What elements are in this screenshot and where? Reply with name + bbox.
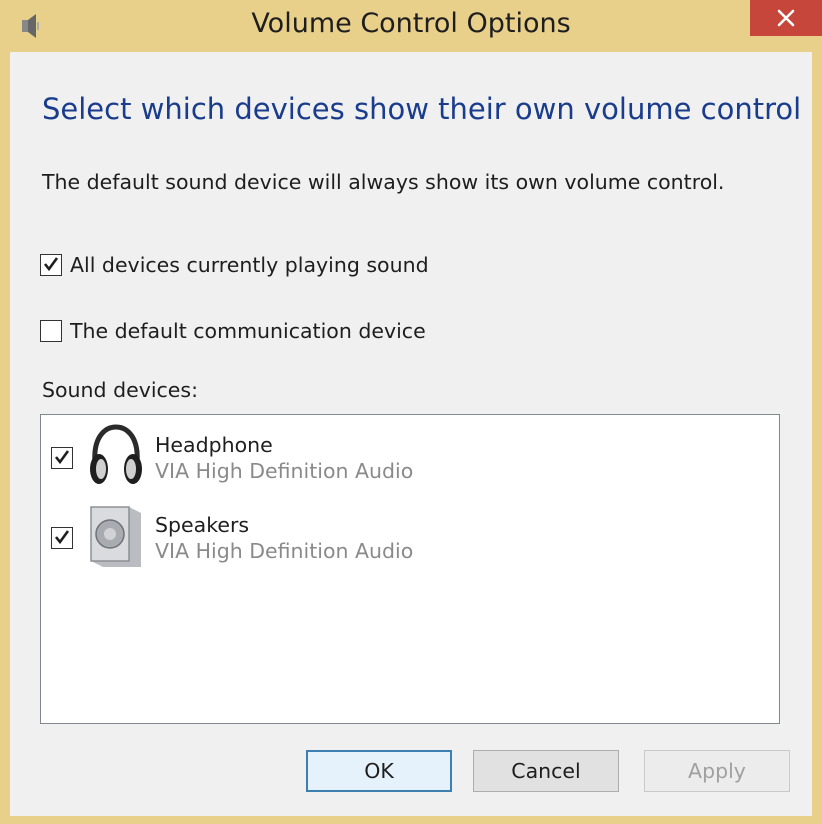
sound-devices-list[interactable]: Headphone VIA High Definition Audio Spea… [40, 414, 780, 724]
checkmark-icon [43, 257, 59, 272]
checkbox-speakers[interactable] [51, 527, 73, 549]
list-item-speakers[interactable]: Speakers VIA High Definition Audio [49, 503, 749, 573]
device-driver: VIA High Definition Audio [155, 459, 414, 483]
device-driver: VIA High Definition Audio [155, 539, 414, 563]
checkmark-icon [54, 450, 70, 465]
cancel-button[interactable]: Cancel [473, 750, 619, 792]
headphone-icon [90, 424, 142, 484]
checkbox-default-communication-device[interactable] [40, 320, 62, 342]
apply-button[interactable]: Apply [644, 750, 790, 792]
dialog-description: The default sound device will always sho… [42, 170, 725, 194]
dialog-heading: Select which devices show their own volu… [42, 92, 802, 126]
volume-control-options-window: Volume Control Options Select which devi… [0, 0, 822, 824]
title-bar[interactable]: Volume Control Options [0, 0, 822, 52]
device-name: Speakers [155, 513, 250, 537]
sound-devices-label: Sound devices: [42, 378, 198, 402]
speakers-icon [90, 506, 141, 567]
close-button[interactable] [750, 0, 822, 36]
window-title: Volume Control Options [251, 8, 571, 39]
device-name: Headphone [155, 433, 273, 457]
option-all-playing-devices[interactable]: All devices currently playing sound [40, 253, 429, 277]
close-icon [777, 9, 795, 27]
checkbox-all-playing-devices[interactable] [40, 254, 62, 276]
list-item-headphone[interactable]: Headphone VIA High Definition Audio [49, 423, 749, 493]
dialog-body: Select which devices show their own volu… [10, 52, 812, 816]
option-label: All devices currently playing sound [70, 253, 429, 277]
option-label: The default communication device [70, 319, 426, 343]
checkbox-headphone[interactable] [51, 447, 73, 469]
checkmark-icon [54, 530, 70, 545]
option-default-communication-device[interactable]: The default communication device [40, 319, 426, 343]
ok-button[interactable]: OK [306, 750, 452, 792]
